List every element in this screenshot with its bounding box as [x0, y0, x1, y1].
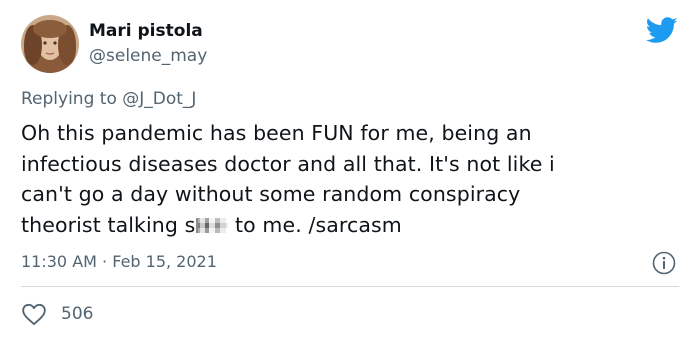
tweet-text-line: infectious diseases doctor and all that.…	[21, 151, 555, 176]
heart-icon	[22, 303, 46, 325]
tweet-text-line: Oh this pandemic has been FUN for me, be…	[21, 121, 532, 145]
replying-to-link[interactable]: @J_Dot_J	[122, 89, 196, 109]
author-handle[interactable]: @selene_may	[89, 46, 207, 66]
replying-to-label: Replying to	[21, 89, 117, 109]
info-icon[interactable]	[651, 250, 677, 276]
divider	[21, 286, 679, 287]
tweet-text-line: theorist talking s to me. /sarcasm	[21, 210, 681, 241]
tweet-timestamp: 11:30 AM · Feb 15, 2021	[21, 252, 217, 272]
tweet-date[interactable]: Feb 15, 2021	[112, 252, 217, 271]
author-name[interactable]: Mari pistola	[89, 21, 203, 41]
like-count: 506	[61, 304, 94, 324]
avatar[interactable]	[21, 15, 79, 73]
tweet-text: Oh this pandemic has been FUN for me, be…	[21, 118, 681, 240]
tweet-time[interactable]: 11:30 AM	[21, 252, 97, 271]
tweet-card: Mari pistola @selene_may Replying to @J_…	[0, 0, 700, 341]
tweet-text-line: can't go a day without some random consp…	[21, 182, 521, 206]
tweet-text-segment: to me. /sarcasm	[228, 212, 402, 237]
meta-separator: ·	[102, 252, 108, 271]
replying-to: Replying to @J_Dot_J	[21, 88, 196, 110]
twitter-bird-icon[interactable]	[645, 17, 678, 44]
censored-word-overlay	[198, 217, 229, 233]
tweet-text-segment: theorist talking s	[21, 212, 196, 237]
